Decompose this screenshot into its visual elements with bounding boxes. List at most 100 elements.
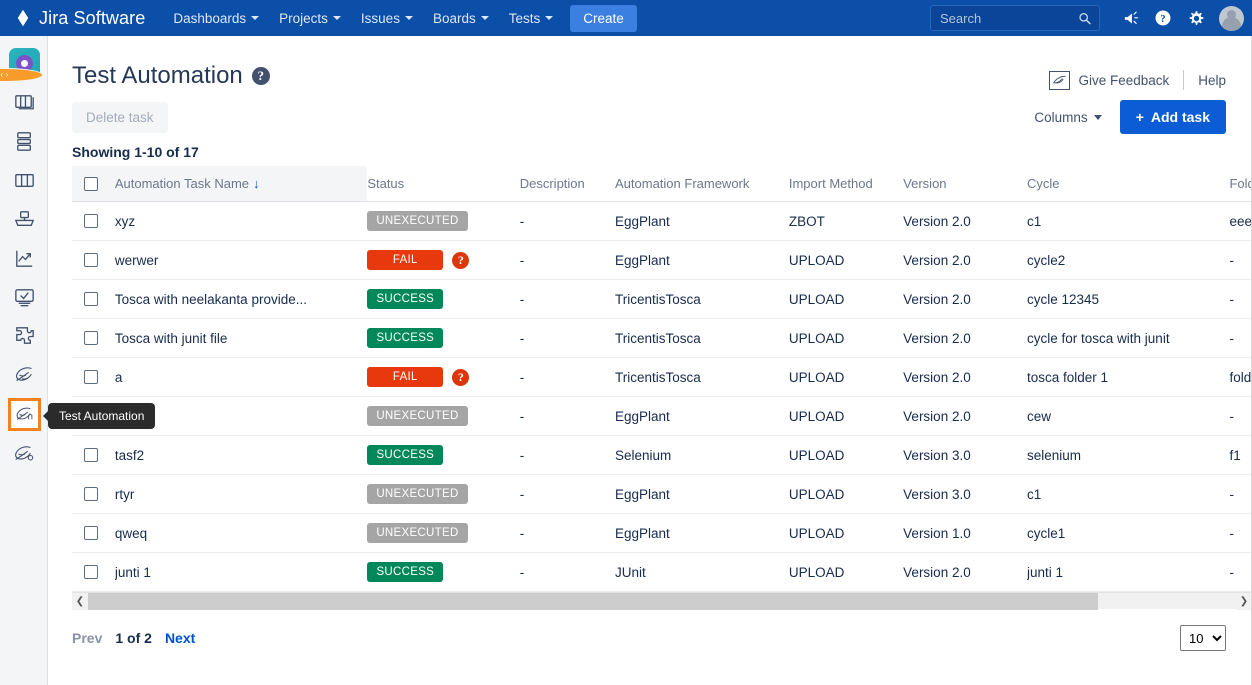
jira-brand[interactable]: Jira Software <box>10 8 145 29</box>
nav-dashboards[interactable]: Dashboards <box>164 5 268 32</box>
cell-folder: - <box>1229 514 1252 553</box>
col-automation-framework[interactable]: Automation Framework <box>615 166 789 202</box>
search-input[interactable] <box>938 10 1078 27</box>
status-help-icon[interactable]: ? <box>452 252 469 269</box>
col-cycle[interactable]: Cycle <box>1027 166 1229 202</box>
row-checkbox[interactable] <box>84 370 98 384</box>
sidebar-item-test-automation[interactable]: Test Automation <box>0 395 48 434</box>
cell-framework: EggPlant <box>615 202 789 241</box>
cell-task-name[interactable]: qweq <box>115 514 367 553</box>
columns-dropdown[interactable]: Columns <box>1034 110 1101 125</box>
sidebar-item-feather[interactable] <box>0 356 48 395</box>
chevron-down-icon <box>481 16 489 20</box>
sidebar-item-test-execution[interactable] <box>0 278 48 317</box>
cell-task-name[interactable]: junti 1 <box>115 553 367 592</box>
row-checkbox[interactable] <box>84 487 98 501</box>
next-page-button[interactable]: Next <box>165 630 195 646</box>
table-row[interactable]: qweqUNEXECUTED-EggPlantUPLOADVersion 1.0… <box>72 514 1252 553</box>
sidebar-item-puzzle[interactable] <box>0 317 48 356</box>
plus-icon: + <box>1136 109 1144 125</box>
status-help-icon[interactable]: ? <box>452 369 469 386</box>
row-checkbox[interactable] <box>84 253 98 267</box>
help-icon[interactable]: ? <box>1148 3 1178 33</box>
row-checkbox[interactable] <box>84 565 98 579</box>
page-size-selector[interactable]: 102550100 <box>1180 625 1226 651</box>
sidebar-item-feather-settings[interactable] <box>0 434 48 473</box>
table-row[interactable]: rtyrUNEXECUTED-EggPlantUPLOADVersion 3.0… <box>72 475 1252 514</box>
cell-task-name[interactable]: a <box>115 358 367 397</box>
release-icon <box>12 207 37 232</box>
row-select-cell <box>72 358 115 397</box>
scrollbar-track[interactable] <box>88 593 1236 610</box>
sidebar-item-layers[interactable] <box>0 122 48 161</box>
add-task-button[interactable]: + Add task <box>1120 100 1226 134</box>
cell-task-name[interactable]: werwer <box>115 241 367 280</box>
select-all-checkbox[interactable] <box>84 177 98 191</box>
showing-count: Showing 1-10 of 17 <box>48 134 1252 166</box>
cell-task-name[interactable]: Tosca with junit file <box>115 319 367 358</box>
cell-task-name[interactable]: xyz <box>115 202 367 241</box>
nav-tests[interactable]: Tests <box>500 5 563 32</box>
nav-boards[interactable]: Boards <box>424 5 498 32</box>
table-row[interactable]: thjghUNEXECUTED-EggPlantUPLOADVersion 2.… <box>72 397 1252 436</box>
table-row[interactable]: Tosca with junit fileSUCCESS-TricentisTo… <box>72 319 1252 358</box>
horizontal-scrollbar[interactable]: ❮ ❯ <box>72 592 1252 609</box>
col-import-method[interactable]: Import Method <box>789 166 903 202</box>
row-checkbox[interactable] <box>84 448 98 462</box>
table-row[interactable]: tasf2SUCCESS-SeleniumUPLOADVersion 3.0se… <box>72 436 1252 475</box>
col-version[interactable]: Version <box>903 166 1027 202</box>
sidebar-item-reports[interactable] <box>0 239 48 278</box>
row-checkbox[interactable] <box>84 292 98 306</box>
cell-folder: eee <box>1229 202 1252 241</box>
col-folder[interactable]: Folder <box>1229 166 1252 202</box>
sidebar-item-app-logo[interactable]: ‹› <box>0 44 48 83</box>
col-description[interactable]: Description <box>520 166 615 202</box>
table-row[interactable]: xyzUNEXECUTED-EggPlantZBOTVersion 2.0c1e… <box>72 202 1252 241</box>
cell-task-name[interactable]: tasf2 <box>115 436 367 475</box>
cell-framework: TricentisTosca <box>615 280 789 319</box>
scroll-left-arrow[interactable]: ❮ <box>72 593 88 610</box>
nav-projects[interactable]: Projects <box>270 5 350 32</box>
cell-framework: EggPlant <box>615 475 789 514</box>
row-checkbox[interactable] <box>84 331 98 345</box>
feather-icon <box>11 363 37 389</box>
row-checkbox[interactable] <box>84 526 98 540</box>
avatar[interactable] <box>1219 6 1244 31</box>
col-status[interactable]: Status <box>367 166 519 202</box>
help-link[interactable]: Help <box>1198 73 1226 88</box>
scroll-right-arrow[interactable]: ❯ <box>1236 593 1252 610</box>
sidebar-item-boards[interactable] <box>0 83 48 122</box>
search-icon[interactable] <box>1078 11 1092 26</box>
brand-label: Jira Software <box>39 8 145 29</box>
sidebar-item-release[interactable] <box>0 200 48 239</box>
cell-version: Version 2.0 <box>903 397 1027 436</box>
search-box[interactable] <box>930 5 1100 31</box>
create-button[interactable]: Create <box>570 5 637 32</box>
prev-page-button[interactable]: Prev <box>72 630 102 646</box>
cell-framework: TricentisTosca <box>615 319 789 358</box>
page-help-icon[interactable]: ? <box>252 67 270 85</box>
cell-status: FAIL? <box>367 358 519 397</box>
cell-version: Version 2.0 <box>903 358 1027 397</box>
cell-task-name[interactable]: rtyr <box>115 475 367 514</box>
table-row[interactable]: junti 1SUCCESS-JUnitUPLOADVersion 2.0jun… <box>72 553 1252 592</box>
table-row[interactable]: aFAIL?-TricentisToscaUPLOADVersion 2.0to… <box>72 358 1252 397</box>
give-feedback-button[interactable]: Give Feedback <box>1049 71 1169 90</box>
sidebar-tooltip: Test Automation <box>48 403 155 429</box>
row-select-cell <box>72 241 115 280</box>
row-checkbox[interactable] <box>84 214 98 228</box>
col-automation-task-name[interactable]: Automation Task Name↓ <box>115 166 367 202</box>
scrollbar-thumb[interactable] <box>88 593 1098 610</box>
cell-import-method: UPLOAD <box>789 397 903 436</box>
settings-icon[interactable] <box>1181 3 1211 33</box>
megaphone-icon[interactable] <box>1115 3 1145 33</box>
cell-task-name[interactable]: Tosca with neelakanta provide... <box>115 280 367 319</box>
table-row[interactable]: werwerFAIL?-EggPlantUPLOADVersion 2.0cyc… <box>72 241 1252 280</box>
page-size-select[interactable]: 102550100 <box>1180 625 1226 651</box>
nav-issues[interactable]: Issues <box>352 5 422 32</box>
sidebar-item-columns[interactable] <box>0 161 48 200</box>
delete-task-button[interactable]: Delete task <box>72 102 168 133</box>
row-select-cell <box>72 436 115 475</box>
automation-tasks-table: Automation Task Name↓ Status Description… <box>72 166 1252 592</box>
table-row[interactable]: Tosca with neelakanta provide...SUCCESS-… <box>72 280 1252 319</box>
